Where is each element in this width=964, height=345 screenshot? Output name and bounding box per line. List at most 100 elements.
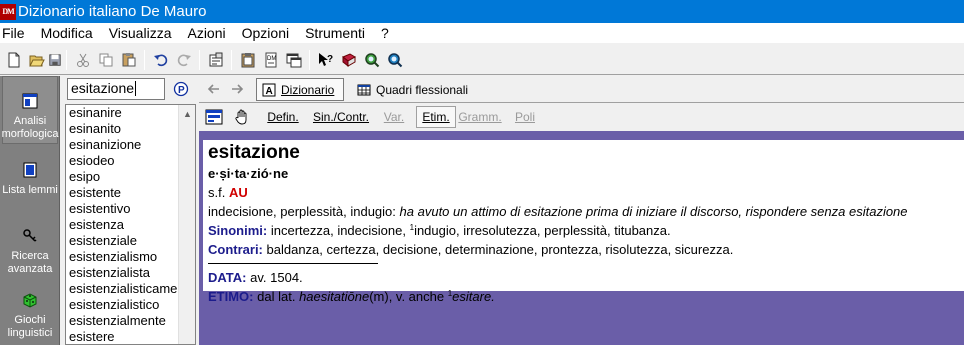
data-line: DATA: av. 1504.	[208, 268, 959, 287]
menu-file[interactable]: File	[0, 25, 33, 41]
search-icon[interactable]	[360, 49, 383, 72]
properties-icon[interactable]	[204, 49, 227, 72]
sidebar-item-label: Lista lemmi	[2, 184, 58, 196]
new-icon[interactable]	[2, 49, 25, 72]
tab-var[interactable]: Var.	[377, 106, 411, 128]
copy-icon[interactable]	[94, 49, 117, 72]
sidebar-item-giochi-linguistici[interactable]: Giochi linguistici	[2, 276, 58, 344]
search-advanced-icon[interactable]	[383, 49, 406, 72]
tab-etim[interactable]: Etim.	[416, 106, 456, 128]
dictionary-a-icon: A	[262, 83, 276, 97]
tab-gramm[interactable]: Gramm.	[458, 106, 501, 128]
etimo-word: haesitatiōne	[299, 289, 370, 304]
sidebar-item-lista-lemmi[interactable]: Lista lemmi	[2, 146, 58, 214]
back-arrow-icon[interactable]	[206, 81, 222, 97]
list-item[interactable]: esistenzialismo	[66, 249, 179, 265]
table-icon	[357, 84, 371, 95]
view-bar: Defin. Sin./Contr. Var. Etim. Gramm. Pol…	[199, 104, 964, 130]
title-bar: DM Dizionario italiano De Mauro	[0, 0, 964, 23]
tab-label: Var.	[383, 110, 405, 124]
list-item[interactable]: esipo	[66, 169, 179, 185]
divider	[208, 263, 378, 264]
sidebar-item-analisi-morfologica[interactable]: Analisi morfologica	[2, 76, 58, 144]
main-panel: A Dizionario Quadri flessionali Defin. S…	[199, 76, 964, 345]
dictionary-icon[interactable]: DM	[259, 49, 282, 72]
save-icon[interactable]	[48, 49, 62, 72]
window-icon[interactable]	[282, 49, 305, 72]
scroll-up-icon[interactable]: ▲	[179, 105, 195, 122]
tab-label: Poli	[514, 110, 535, 124]
word-list-scrollbar[interactable]: ▲	[178, 105, 195, 344]
list-item[interactable]: esistenzialisticamente	[66, 281, 179, 297]
etimo-paren: (m)	[369, 289, 389, 304]
tab-label: Quadri flessionali	[376, 82, 469, 97]
search-input[interactable]: esitazione	[67, 78, 165, 100]
sidebar: Analisi morfologica Lista lemmi Ricerca …	[0, 76, 60, 345]
contrari-label: Contrari:	[208, 242, 263, 257]
headword: esitazione	[208, 142, 300, 163]
definition: indecisione, perplessità, indugio:	[208, 204, 396, 219]
tab-sin-contr[interactable]: Sin./Contr.	[307, 106, 375, 128]
analysis-icon	[22, 93, 38, 109]
list-item[interactable]: esistente	[66, 185, 179, 201]
split-view-icon[interactable]	[204, 108, 224, 126]
redo-icon[interactable]	[172, 49, 195, 72]
app-icon[interactable]: DM	[0, 3, 16, 20]
sidebar-item-ricerca-avanzata[interactable]: Ricerca avanzata	[2, 212, 58, 280]
toolbar-separator	[144, 50, 145, 70]
menu-opzioni[interactable]: Opzioni	[240, 25, 297, 41]
list-icon	[23, 162, 37, 178]
tab-defin[interactable]: Defin.	[261, 106, 305, 128]
list-item[interactable]: esinanito	[66, 121, 179, 137]
hand-icon[interactable]	[232, 108, 252, 126]
clipboard-icon[interactable]	[236, 49, 259, 72]
data-label: DATA:	[208, 270, 247, 285]
dictionary-entry: esitazione e·ṣi·ta·zió·ne s.f. AU indeci…	[203, 140, 964, 304]
contrari-line: Contrari: baldanza, certezza, decisione,…	[208, 240, 959, 259]
paste-icon[interactable]	[117, 49, 140, 72]
syllabation: e·ṣi·ta·zió·ne	[208, 166, 289, 181]
book-icon[interactable]	[337, 49, 360, 72]
list-item[interactable]: esinanizione	[66, 137, 179, 153]
list-item[interactable]: esistenzialistico	[66, 297, 179, 313]
grammar-line: s.f. AU	[208, 183, 959, 202]
search-key-icon	[23, 229, 37, 242]
word-list[interactable]: esinanire esinanito esinanizione esiodeo…	[65, 104, 196, 345]
forward-arrow-icon[interactable]	[229, 81, 245, 97]
list-item[interactable]: esistenziale	[66, 233, 179, 249]
synonyms-text[interactable]: incertezza, indecisione,	[271, 223, 406, 238]
open-icon[interactable]	[25, 49, 48, 72]
synonyms-text[interactable]: indugio, irresolutezza, perplessità, tit…	[414, 223, 671, 238]
svg-text:DM: DM	[267, 56, 276, 62]
menu-azioni[interactable]: Azioni	[185, 25, 233, 41]
etimo-text: , v. anche	[388, 289, 445, 304]
tab-dizionario[interactable]: A Dizionario	[256, 78, 344, 101]
etimo-reference[interactable]: esitare.	[452, 289, 495, 304]
list-item[interactable]: esistenza	[66, 217, 179, 233]
search-go-icon[interactable]: P	[173, 81, 189, 97]
sidebar-item-label: Giochi linguistici	[7, 314, 53, 339]
menu-strumenti[interactable]: Strumenti	[303, 25, 373, 41]
tab-poli[interactable]: Poli	[512, 106, 538, 128]
menu-modifica[interactable]: Modifica	[39, 25, 101, 41]
cut-icon[interactable]	[71, 49, 94, 72]
definition-line: indecisione, perplessità, indugio: ha av…	[208, 202, 959, 221]
contrari-text[interactable]: baldanza, certezza, decisione, determina…	[267, 242, 734, 257]
list-item[interactable]: esiodeo	[66, 153, 179, 169]
toolbar-separator	[231, 50, 232, 70]
menu-help[interactable]: ?	[379, 25, 397, 41]
tab-label: Dizionario	[281, 82, 335, 97]
list-item[interactable]: esinanire	[66, 105, 179, 121]
tab-quadri-flessionali[interactable]: Quadri flessionali	[354, 78, 474, 101]
list-item[interactable]: esistenzialmente	[66, 313, 179, 329]
etimo-line: ETIMO: dal lat. haesitatiōne(m), v. anch…	[208, 287, 959, 306]
list-item[interactable]: esistere	[66, 329, 179, 344]
sidebar-item-label: Ricerca avanzata	[7, 250, 53, 275]
list-item[interactable]: esistenzialista	[66, 265, 179, 281]
help-pointer-icon[interactable]: ?	[314, 49, 337, 72]
grammatical-category: s.f.	[208, 185, 226, 200]
menu-visualizza[interactable]: Visualizza	[107, 25, 180, 41]
list-item[interactable]: esistentivo	[66, 201, 179, 217]
undo-icon[interactable]	[149, 49, 172, 72]
tab-label: Etim.	[422, 110, 450, 124]
